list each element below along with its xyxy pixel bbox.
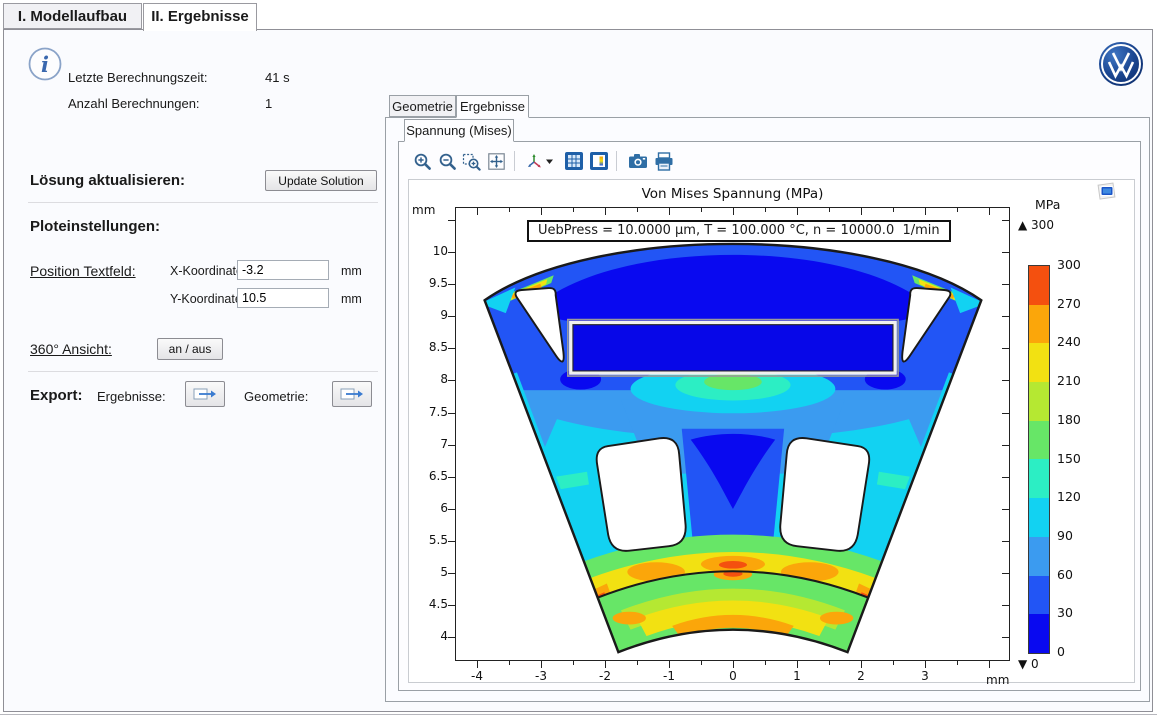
cutout-left [597,438,686,551]
tab-ergebnisse[interactable]: II. Ergebnisse [143,3,257,31]
zoom-out-icon [438,152,457,171]
tab-spannung-mises[interactable]: Spannung (Mises) [404,119,514,142]
separator [28,202,378,203]
zoom-box-icon [462,152,481,171]
colorbar [1028,265,1050,654]
zoom-box-button[interactable] [459,150,483,172]
zoom-extents-icon [487,152,506,171]
stress-plot [455,207,1010,661]
snapshot-button[interactable] [626,150,650,172]
export-icon [193,387,217,401]
plot-toolbar [404,148,804,176]
export-heading: Export: [30,387,83,404]
view-360-toggle-button[interactable]: an / aus [157,338,223,360]
colorbar-band [1029,459,1049,498]
last-calc-time-value: 41 s [265,70,290,85]
camera-icon [628,152,648,170]
window-edge [0,714,1157,720]
calc-count-value: 1 [265,96,272,111]
y-coordinate-unit: mm [341,292,362,306]
tab-geometrie[interactable]: Geometrie [389,95,456,117]
colorbar-band [1029,266,1049,305]
separator [28,371,378,372]
export-geometry-button[interactable] [332,381,372,407]
export-results-label: Ergebnisse: [97,389,166,404]
y-coordinate-label: Y-Koordinate: [170,292,245,306]
update-solution-button[interactable]: Update Solution [265,170,377,191]
colorbar-band [1029,537,1049,576]
svg-text:i: i [41,52,49,77]
colorbar-band [1029,382,1049,421]
zoom-out-button[interactable] [435,150,459,172]
y-axis-unit: mm [412,203,435,217]
toolbar-separator [616,151,617,171]
legend-toggle-button[interactable] [587,150,611,172]
toolbar-separator [514,151,515,171]
cutout-right [780,438,869,551]
magnet [573,325,893,371]
zoom-in-icon [413,152,432,171]
export-icon [340,387,364,401]
colorbar-band [1029,421,1049,460]
axis-orientation-button[interactable] [522,150,556,172]
x-axis-unit: mm [986,673,1009,687]
printer-icon [654,152,674,171]
chevron-down-icon [545,157,554,166]
app-window: I. Modellaufbau II. Ergebnisse i Letzte … [0,0,1157,720]
view-360-label: 360° Ansicht: [30,341,112,357]
textfield-position-label: Position Textfeld: [30,263,136,279]
plot-annotation: UebPress = 10.0000 µm, T = 100.000 °C, n… [527,220,951,242]
zoom-in-button[interactable] [410,150,434,172]
last-calc-time-label: Letzte Berechnungszeit: [68,70,207,85]
colorbar-band [1029,305,1049,344]
colorbar-unit: MPa [1035,197,1060,212]
export-geometry-label: Geometrie: [244,389,308,404]
colorbar-band [1029,498,1049,537]
grid-toggle-button[interactable] [562,150,586,172]
colorbar-band [1029,576,1049,615]
calc-count-label: Anzahl Berechnungen: [68,96,200,111]
tab-ergebnisse-plot[interactable]: Ergebnisse [456,95,529,118]
update-solution-heading: Lösung aktualisieren: [30,172,185,189]
plot-icon[interactable] [1097,181,1117,201]
x-coordinate-label: X-Koordinate: [170,264,246,278]
info-icon: i [27,46,63,82]
y-coordinate-input[interactable] [237,288,329,308]
plot-title: Von Mises Spannung (MPa) [455,186,1010,202]
colorbar-band [1029,343,1049,382]
grid-icon [564,151,584,171]
print-button[interactable] [652,150,676,172]
legend-icon [589,151,609,171]
plot-settings-heading: Ploteinstellungen: [30,218,160,235]
tab-modellaufbau[interactable]: I. Modellaufbau [3,3,142,29]
colorbar-min-marker: ▼ 0 [1018,657,1039,671]
zoom-extents-button[interactable] [484,150,508,172]
colorbar-band [1029,614,1049,653]
colorbar-max-marker: ▲ 300 [1018,218,1054,232]
vw-logo [1098,41,1144,87]
export-results-button[interactable] [185,381,225,407]
x-coordinate-unit: mm [341,264,362,278]
axis-orientation-icon [525,152,545,171]
x-coordinate-input[interactable] [237,260,329,280]
